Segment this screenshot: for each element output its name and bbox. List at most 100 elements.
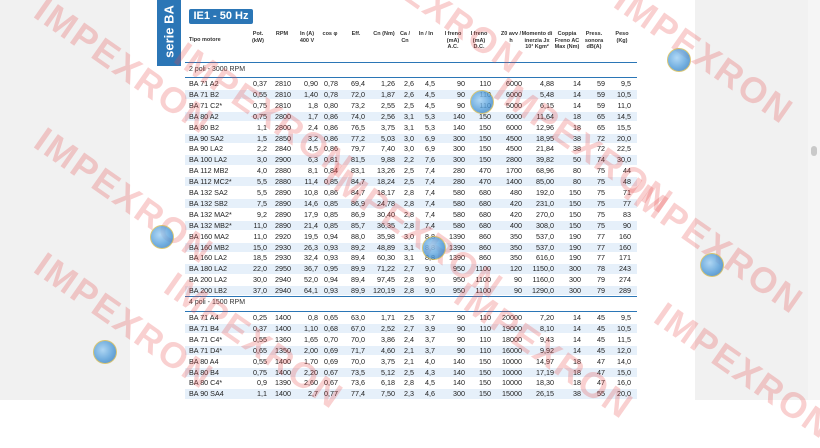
table-cell: 5,5 xyxy=(257,188,267,197)
table-cell: 19000 xyxy=(502,323,522,333)
table-cell: 2880 xyxy=(275,177,291,187)
table-cell: 2800 xyxy=(275,122,291,132)
table-cell: 4,5 xyxy=(425,378,435,388)
table-cell: 0,55 xyxy=(253,89,267,99)
table-cell: 7,4 xyxy=(425,209,435,219)
table-cell: 2,7 xyxy=(404,323,414,333)
frequency-badge: IE1 - 50 Hz xyxy=(189,9,253,24)
table-cell: 1400 xyxy=(275,313,291,322)
table-cell: 70,0 xyxy=(351,356,365,366)
table-cell: 0,67 xyxy=(324,378,338,388)
table-cell: 0,94 xyxy=(324,231,338,241)
table-row: BA 71 C4* 0,55 1360 1,65 0,70 70,0 3,86 2,4 3,7 9… xyxy=(185,335,637,344)
table-cell: 38 xyxy=(573,144,581,154)
table-cell: 14 xyxy=(573,89,581,99)
table-cell: 17,9 xyxy=(304,209,318,219)
table-cell: 75 xyxy=(597,177,605,187)
table-cell: 2940 xyxy=(275,275,291,285)
table-cell: 90 xyxy=(514,275,522,285)
table-cell: 80 xyxy=(573,166,581,176)
table-cell: 72 xyxy=(597,144,605,154)
table-cell: 9,0 xyxy=(425,275,435,285)
table-cell: 1390 xyxy=(449,242,465,252)
table-cell: 150 xyxy=(569,188,581,197)
table-cell: 36,35 xyxy=(377,220,395,230)
table-cell: 71,7 xyxy=(351,345,365,355)
table-cell: 0,75 xyxy=(253,111,267,121)
table-cell: 2,4 xyxy=(308,122,318,132)
table-cell: 59 xyxy=(597,79,605,88)
table-cell: 350 xyxy=(510,253,522,263)
table-cell: 89,9 xyxy=(351,286,365,296)
table-cell: 140 xyxy=(453,356,465,366)
table-cell: 0,77 xyxy=(324,389,338,399)
table-cell: 18,95 xyxy=(536,133,554,143)
table-cell: 680 xyxy=(479,188,491,197)
motor-type-cell: BA 200 LA2 xyxy=(189,275,227,285)
scrollbar-thumb[interactable] xyxy=(811,146,817,156)
table-cell: 2,8 xyxy=(404,220,414,230)
table-cell: 84,7 xyxy=(351,188,365,197)
table-cell: 2810 xyxy=(275,79,291,88)
table-row: BA 71 C2* 0,75 2810 1,8 0,80 73,2 2,55 2,5 4,5 90… xyxy=(185,101,637,110)
table-cell: 150 xyxy=(479,356,491,366)
table-cell: 75 xyxy=(597,209,605,219)
table-cell: 2880 xyxy=(275,166,291,176)
table-cell: 2,8 xyxy=(404,188,414,197)
table-cell: 0,86 xyxy=(324,133,338,143)
motor-type-cell: BA 71 C4* xyxy=(189,334,223,344)
table-cell: 75 xyxy=(597,188,605,197)
section-divider xyxy=(185,311,637,312)
table-cell: 81,5 xyxy=(351,155,365,165)
table-cell: 3,1 xyxy=(404,111,414,121)
table-cell: 0,90 xyxy=(304,79,318,88)
table-cell: 89,4 xyxy=(351,253,365,263)
table-cell: 9,2 xyxy=(257,209,267,219)
table-cell: 110 xyxy=(479,79,491,88)
column-header: Eff. xyxy=(351,31,361,37)
table-cell: 1,70 xyxy=(304,356,318,366)
table-cell: 75 xyxy=(597,220,605,230)
table-cell: 3,2 xyxy=(308,133,318,143)
table-cell: 6000 xyxy=(506,89,522,99)
table-cell: 300 xyxy=(569,275,581,285)
table-cell: 0,65 xyxy=(253,345,267,355)
table-cell: 190 xyxy=(569,242,581,252)
table-cell: 1,65 xyxy=(304,334,318,344)
table-cell: 17,19 xyxy=(536,367,554,377)
table-cell: 680 xyxy=(479,198,491,208)
table-cell: 67,0 xyxy=(351,323,365,333)
table-cell: 6000 xyxy=(506,111,522,121)
table-cell: 300 xyxy=(453,144,465,154)
table-cell: 47 xyxy=(597,367,605,377)
table-cell: 150 xyxy=(569,198,581,208)
table-cell: 2,55 xyxy=(381,100,395,110)
table-cell: 60,30 xyxy=(377,253,395,263)
column-header: I freno (mA) D.C. xyxy=(470,31,488,50)
table-cell: 0,37 xyxy=(253,79,267,88)
table-cell: 0,85 xyxy=(324,220,338,230)
table-row: BA 90 SA2 1,5 2850 3,2 0,86 77,2 5,03 3,0 6,9 300… xyxy=(185,133,637,143)
table-cell: 110 xyxy=(479,313,491,322)
table-cell: 77 xyxy=(597,253,605,263)
table-cell: 2,6 xyxy=(404,79,414,88)
table-cell: 0,37 xyxy=(253,323,267,333)
table-cell: 9,43 xyxy=(540,334,554,344)
table-cell: 55 xyxy=(597,389,605,399)
motor-type-cell: BA 160 LA2 xyxy=(189,253,227,263)
table-row: BA 200 LA2 30,0 2940 52,0 0,94 89,4 97,45 2,8 9,… xyxy=(185,275,637,284)
table-cell: 140 xyxy=(453,111,465,121)
motor-type-cell: BA 132 MB2* xyxy=(189,220,232,230)
table-row: BA 71 D4* 0,65 1350 2,00 0,69 71,7 4,60 2,1 3,7 9… xyxy=(185,345,637,356)
table-cell: 3,1 xyxy=(404,242,414,252)
table-cell: 0,86 xyxy=(324,122,338,132)
table-cell: 76,5 xyxy=(351,122,365,132)
table-cell: 89,9 xyxy=(351,264,365,274)
table-row: BA 160 MA211,0292019,50,9488,035,983,08,… xyxy=(185,232,637,241)
table-cell: 30,0 xyxy=(253,275,267,285)
table-cell: 1350 xyxy=(275,345,291,355)
table-cell: 10,5 xyxy=(617,89,631,99)
scrollbar[interactable] xyxy=(808,0,820,400)
table-cell: 7,4 xyxy=(425,188,435,197)
table-cell: 5,5 xyxy=(257,177,267,187)
